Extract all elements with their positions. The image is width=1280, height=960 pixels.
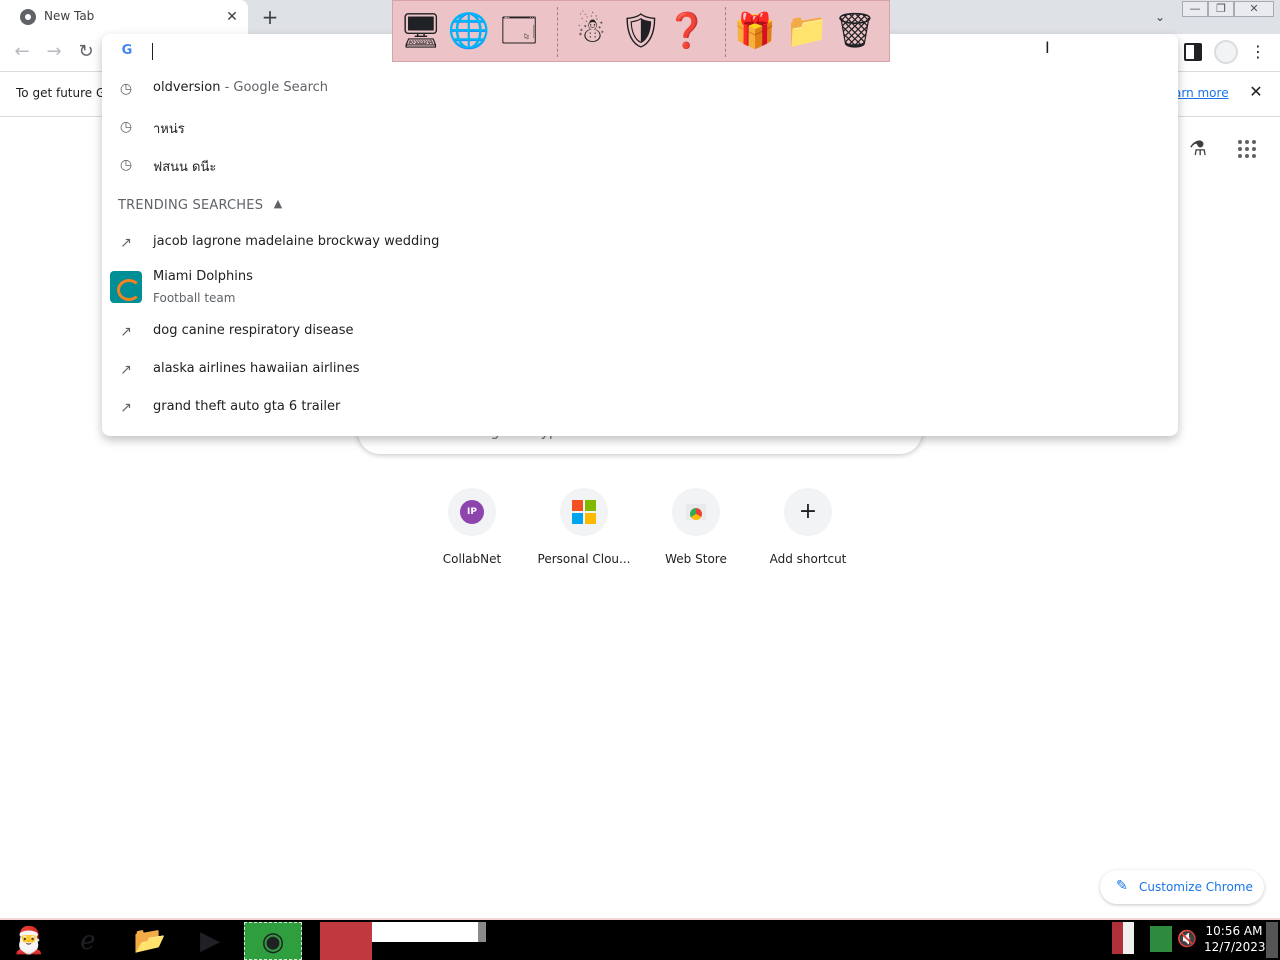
trending-arrow-icon: ↗ bbox=[120, 362, 132, 378]
trending-arrow-icon: ↗ bbox=[120, 400, 132, 416]
history-clock-icon: ◷ bbox=[119, 119, 133, 135]
shortcut-tiles: IP CollabNet Personal Clou... Web Store … bbox=[416, 484, 864, 584]
omnibox-suggestion[interactable]: ◷ oldversion - Google Search bbox=[102, 70, 1178, 108]
suggestion-text: grand theft auto gta 6 trailer bbox=[153, 399, 341, 414]
suggestion-separator: - bbox=[220, 80, 234, 95]
collabnet-icon: IP bbox=[448, 488, 496, 536]
shortcut-add[interactable]: + Add shortcut bbox=[752, 484, 864, 584]
chrome-taskbar-icon[interactable]: ◉ bbox=[244, 922, 302, 960]
taskbar-window-button[interactable] bbox=[372, 922, 478, 942]
google-apps-grid-icon[interactable] bbox=[1234, 136, 1258, 160]
profile-avatar-button[interactable] bbox=[1214, 40, 1238, 64]
trending-arrow-icon: ↗ bbox=[120, 235, 132, 251]
maximize-button[interactable]: ❐ bbox=[1208, 1, 1234, 17]
suggestion-suffix: Google Search bbox=[233, 80, 329, 95]
trending-suggestion[interactable]: ↗ grand theft auto gta 6 trailer bbox=[102, 389, 1178, 427]
minimize-button[interactable]: — bbox=[1182, 1, 1208, 17]
omnibox-suggestion[interactable]: ◷ าหน่ร bbox=[102, 108, 1178, 146]
suggestion-text: oldversion bbox=[153, 80, 221, 95]
info-bar-close-button[interactable]: ✕ bbox=[1246, 82, 1266, 102]
snowman-icon[interactable]: ☃ bbox=[569, 9, 613, 53]
chrome-menu-button[interactable]: ⋮ bbox=[1250, 40, 1266, 64]
trending-searches-header: TRENDING SEARCHES bbox=[118, 198, 264, 213]
tab-title: New Tab bbox=[44, 9, 95, 23]
back-button[interactable]: ← bbox=[10, 40, 34, 64]
tab-new-tab[interactable]: New Tab ✕ bbox=[0, 0, 248, 34]
shortcut-label: CollabNet bbox=[442, 552, 502, 566]
side-panel-icon[interactable] bbox=[1184, 43, 1202, 61]
recycle-bin-icon[interactable]: 🗑 bbox=[833, 9, 877, 53]
trending-suggestion[interactable]: ↗ dog canine respiratory disease bbox=[102, 313, 1178, 351]
suggestion-text: dog canine respiratory disease bbox=[153, 323, 354, 338]
chrome-labs-flask-icon[interactable]: ⚗ bbox=[1186, 136, 1210, 160]
shortcut-collabnet[interactable]: IP CollabNet bbox=[416, 484, 528, 584]
omnibox-input[interactable] bbox=[152, 43, 153, 60]
help-question-icon[interactable]: ❓ bbox=[665, 9, 709, 53]
active-window-button[interactable] bbox=[320, 922, 372, 960]
clock-time[interactable]: 10:56 AM bbox=[1204, 924, 1264, 938]
shortcut-label: Web Store bbox=[665, 552, 727, 566]
shortcut-label: Personal Clou... bbox=[537, 552, 631, 566]
language-flag-icon[interactable] bbox=[1112, 922, 1134, 954]
shortcut-web-store[interactable]: Web Store bbox=[640, 484, 752, 584]
chevron-up-icon[interactable]: ▲ bbox=[270, 196, 286, 212]
christmas-computer-icon[interactable]: 🖥 bbox=[399, 9, 443, 53]
tab-search-button[interactable]: ⌄ bbox=[1150, 7, 1170, 27]
taskbar: 🎅 ℯ 📂 ▶ ◉ 🔇 10:56 AM 12/7/2023 bbox=[0, 918, 1280, 960]
omnibox-suggestion[interactable]: ◷ ฟสนน ดนีะ bbox=[102, 146, 1178, 184]
reload-button[interactable]: ↻ bbox=[74, 40, 98, 64]
add-icon: + bbox=[784, 488, 832, 536]
microsoft-logo-icon bbox=[560, 488, 608, 536]
shortcut-personal-cloud[interactable]: Personal Clou... bbox=[528, 484, 640, 584]
media-player-icon[interactable]: ▶ bbox=[186, 922, 234, 960]
desktop-quick-launch-bar: 🖥 🌐 🗔 ☃ 🛡 ❓ 🎁 📁 🗑 bbox=[392, 0, 890, 62]
trending-suggestion[interactable]: ↗ jacob lagrone madelaine brockway weddi… bbox=[102, 224, 1178, 262]
info-bar-text: To get future G bbox=[16, 86, 106, 100]
text-cursor-icon: I bbox=[1045, 38, 1050, 57]
taskbar-scroll-handle[interactable] bbox=[478, 922, 486, 942]
trending-suggestion[interactable]: ↗ alaska airlines hawaiian airlines bbox=[102, 351, 1178, 389]
entity-suggestion[interactable]: Miami Dolphins Football team bbox=[102, 262, 1178, 312]
network-globe-icon[interactable]: 🌐 bbox=[447, 9, 491, 53]
learn-more-link[interactable]: arn more bbox=[1174, 86, 1229, 100]
google-g-icon: G bbox=[121, 43, 133, 58]
volume-muted-icon[interactable]: 🔇 bbox=[1176, 928, 1198, 950]
trending-arrow-icon: ↗ bbox=[120, 324, 132, 340]
miami-dolphins-logo-icon bbox=[110, 271, 142, 303]
windows-update-shield-icon[interactable]: 🛡 bbox=[619, 9, 663, 53]
show-desktop-button[interactable] bbox=[1266, 922, 1278, 958]
customize-chrome-button[interactable]: ✎ Customize Chrome bbox=[1100, 870, 1264, 904]
customize-chrome-label: Customize Chrome bbox=[1139, 880, 1253, 894]
start-button-santa-icon[interactable]: 🎅 bbox=[4, 922, 54, 960]
history-clock-icon: ◷ bbox=[119, 157, 133, 173]
suggestion-text: ฟสนน ดนีะ bbox=[153, 160, 217, 175]
history-clock-icon: ◷ bbox=[119, 81, 133, 97]
folder-icon[interactable]: 📁 bbox=[785, 9, 829, 53]
clock-date[interactable]: 12/7/2023 bbox=[1204, 940, 1266, 954]
web-store-icon bbox=[672, 488, 720, 536]
suggestion-text: าหน่ร bbox=[153, 122, 185, 137]
shortcut-label: Add shortcut bbox=[769, 552, 847, 566]
collabnet-badge: IP bbox=[460, 500, 484, 524]
file-explorer-folder-icon[interactable]: 📂 bbox=[126, 922, 174, 960]
chrome-favicon-icon bbox=[20, 9, 36, 25]
window-close-button[interactable]: ✕ bbox=[1234, 1, 1274, 17]
network-tray-icon[interactable] bbox=[1150, 926, 1172, 952]
entity-title: Miami Dolphins bbox=[153, 269, 253, 284]
suggestion-text: alaska airlines hawaiian airlines bbox=[153, 361, 360, 376]
internet-explorer-icon[interactable]: ℯ bbox=[64, 922, 112, 960]
forward-button[interactable]: → bbox=[42, 40, 66, 64]
omnibox-dropdown: G ◷ oldversion - Google Search ◷ าหน่ร ◷… bbox=[102, 34, 1178, 436]
pencil-icon: ✎ bbox=[1116, 878, 1128, 894]
control-panel-icon[interactable]: 🗔 bbox=[497, 9, 541, 53]
suggestion-text: jacob lagrone madelaine brockway wedding bbox=[153, 234, 440, 249]
gift-box-icon[interactable]: 🎁 bbox=[733, 9, 777, 53]
entity-subtitle: Football team bbox=[153, 291, 236, 305]
tab-close-button[interactable]: ✕ bbox=[222, 7, 242, 27]
new-tab-button[interactable]: + bbox=[258, 5, 282, 29]
